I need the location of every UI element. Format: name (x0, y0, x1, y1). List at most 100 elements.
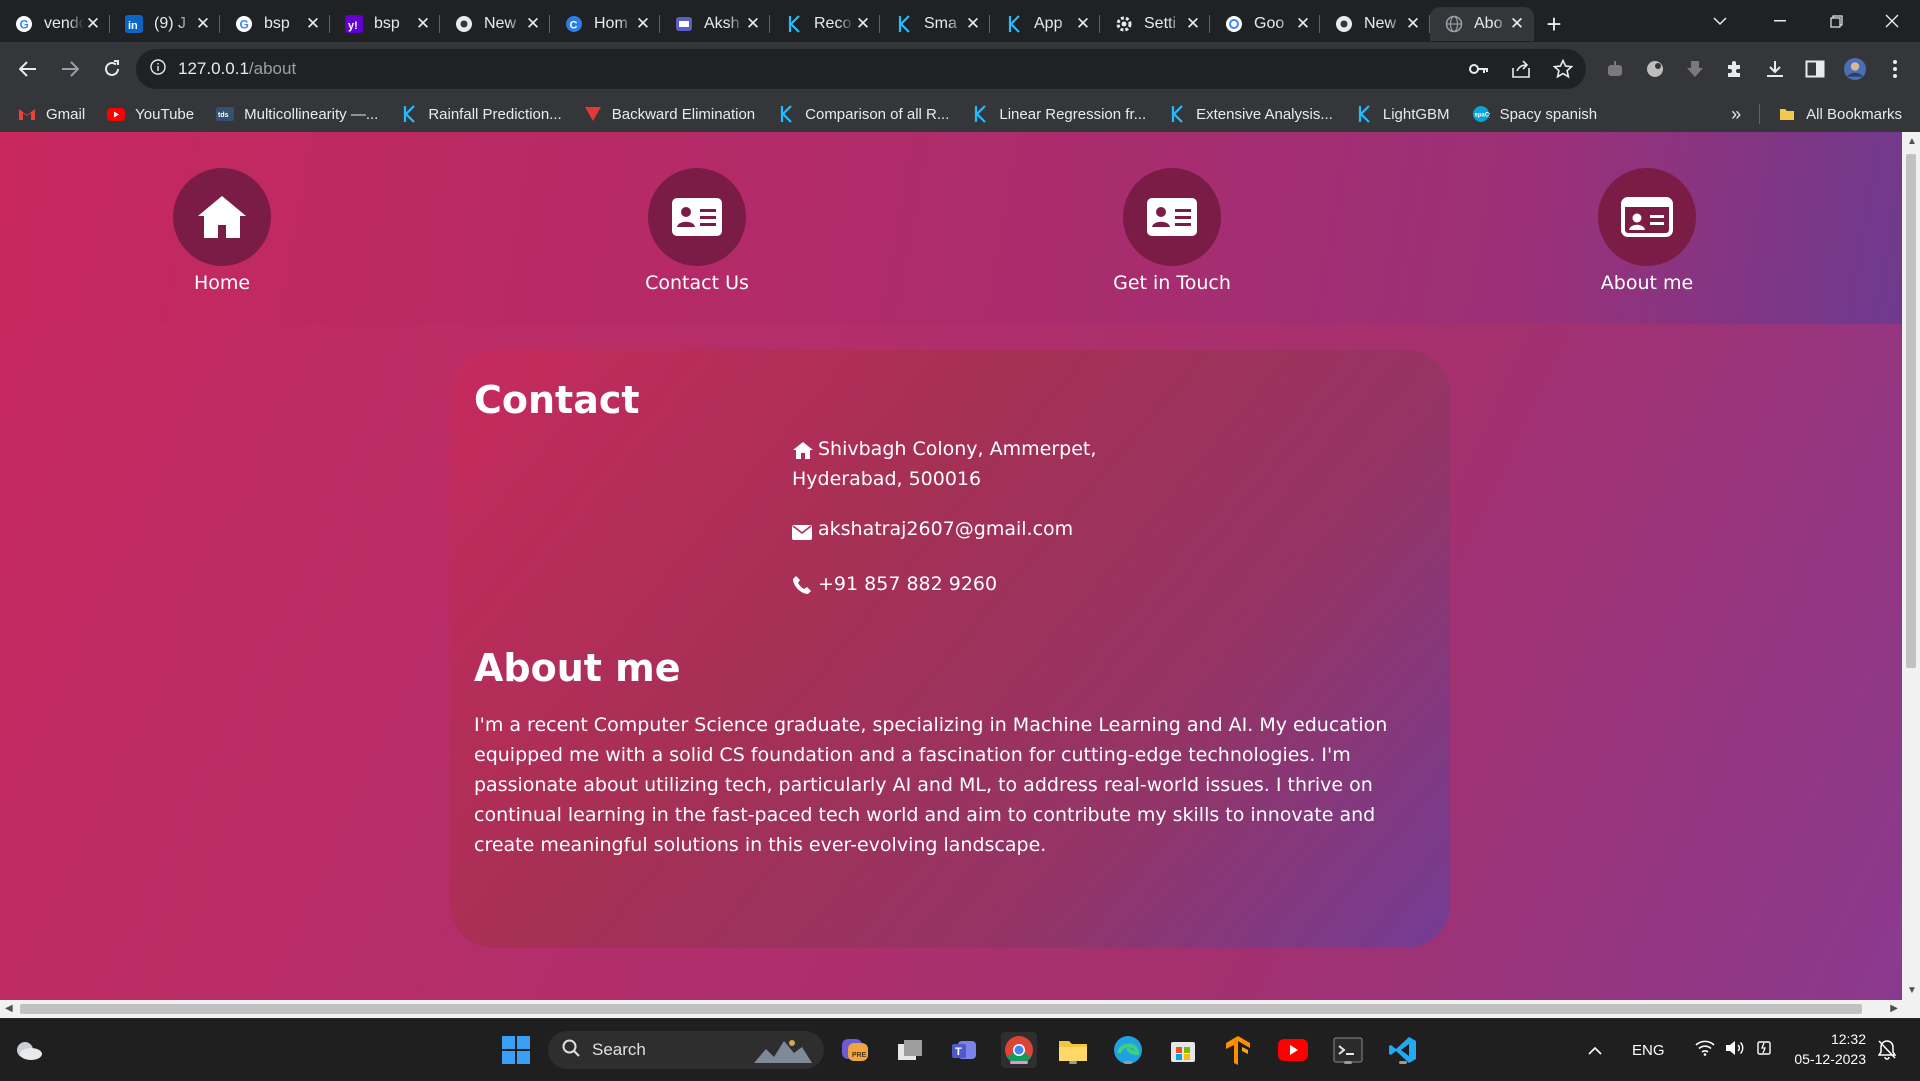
browser-tab[interactable]: C Hom ✕ (550, 7, 660, 41)
downloads-icon[interactable] (1764, 58, 1786, 80)
browser-tab[interactable]: Aksh ✕ (660, 7, 770, 41)
close-icon[interactable]: ✕ (1074, 14, 1092, 33)
phone-text[interactable]: +91 857 882 9260 (818, 569, 997, 599)
browser-tab[interactable]: Reco ✕ (770, 7, 880, 41)
youtube-app-icon[interactable] (1275, 1032, 1311, 1068)
browser-tab[interactable]: App ✕ (990, 7, 1100, 41)
copilot-pre-icon[interactable]: PRE (837, 1032, 873, 1068)
browser-menu-icon[interactable] (1884, 58, 1906, 80)
horizontal-scroll-thumb[interactable] (20, 1004, 1862, 1014)
close-icon[interactable]: ✕ (1294, 14, 1312, 33)
file-explorer-icon[interactable] (1055, 1032, 1091, 1068)
bookmark-item[interactable]: spaCy Spacy spanish (1472, 105, 1597, 123)
close-icon[interactable]: ✕ (1508, 14, 1526, 33)
chrome-taskbar-icon[interactable] (1001, 1032, 1037, 1068)
scroll-up-arrow-icon[interactable]: ▲ (1907, 136, 1917, 147)
side-panel-icon[interactable] (1804, 58, 1826, 80)
close-icon[interactable]: ✕ (194, 14, 212, 33)
close-icon[interactable]: ✕ (634, 14, 652, 33)
language-indicator[interactable]: ENG (1632, 1042, 1665, 1059)
url-text: 127.0.0.1/about (178, 59, 297, 78)
back-button[interactable] (8, 49, 48, 89)
bookmark-item[interactable]: Rainfall Prediction... (400, 105, 562, 123)
vertical-scroll-thumb[interactable] (1906, 154, 1916, 668)
edge-icon[interactable] (1110, 1032, 1146, 1068)
horizontal-scrollbar[interactable]: ◀ ▶ (0, 1000, 1920, 1018)
close-icon[interactable]: ✕ (1184, 14, 1202, 33)
close-icon[interactable]: ✕ (524, 14, 542, 33)
wifi-icon[interactable] (1694, 1040, 1715, 1060)
browser-tab[interactable]: Goo ✕ (1210, 7, 1320, 41)
nav-get-in-touch[interactable]: Get in Touch (1072, 168, 1272, 294)
nav-home[interactable]: Home (122, 168, 322, 294)
close-icon[interactable]: ✕ (854, 14, 872, 33)
close-icon[interactable]: ✕ (414, 14, 432, 33)
restore-button[interactable] (1808, 0, 1864, 42)
microsoft-store-icon[interactable] (1165, 1032, 1201, 1068)
minimize-button[interactable] (1752, 0, 1808, 42)
bookmark-star-icon[interactable] (1552, 58, 1574, 80)
browser-tab[interactable]: Gvendor✕ (0, 7, 110, 41)
close-icon[interactable]: ✕ (84, 14, 102, 33)
bookmark-item[interactable]: tds Multicollinearity —... (216, 105, 378, 123)
close-icon[interactable]: ✕ (744, 14, 762, 33)
extension-download-arrow-icon[interactable] (1684, 58, 1706, 80)
email-text[interactable]: akshatraj2607@gmail.com (818, 514, 1073, 544)
tds-icon: tds (216, 105, 235, 123)
nav-contact-us[interactable]: Contact Us (597, 168, 797, 294)
notification-bell-icon[interactable] (1872, 1032, 1902, 1068)
close-icon[interactable]: ✕ (1404, 14, 1422, 33)
close-icon[interactable]: ✕ (964, 14, 982, 33)
bookmark-item[interactable]: LightGBM (1355, 105, 1450, 123)
close-icon[interactable]: ✕ (304, 14, 322, 33)
show-hidden-icons-chevron-icon[interactable] (1588, 1042, 1602, 1059)
bookmark-item[interactable]: Linear Regression fr... (971, 105, 1146, 123)
browser-tab[interactable]: Setti ✕ (1100, 7, 1210, 41)
site-info-icon[interactable] (150, 58, 166, 80)
browser-tab[interactable]: in (9) J ✕ (110, 7, 220, 41)
bookmark-item[interactable]: Backward Elimination (584, 105, 755, 123)
profile-avatar[interactable] (1844, 58, 1866, 80)
forward-button[interactable] (50, 49, 90, 89)
extension-puzzle-blob-icon[interactable] (1644, 58, 1666, 80)
close-window-button[interactable] (1864, 0, 1920, 42)
extension-robot-icon[interactable] (1604, 58, 1626, 80)
browser-tab[interactable]: Sma ✕ (880, 7, 990, 41)
address-bar[interactable]: 127.0.0.1/about (136, 49, 1586, 89)
scroll-right-arrow-icon[interactable]: ▶ (1890, 1003, 1898, 1014)
bookmark-item[interactable]: Comparison of all R... (777, 105, 949, 123)
key-icon[interactable] (1468, 58, 1490, 80)
bookmarks-overflow-button[interactable]: » (1731, 104, 1741, 125)
browser-tab[interactable]: New ✕ (440, 7, 550, 41)
tab-search-icon[interactable] (1692, 0, 1748, 42)
teams-icon[interactable]: T (946, 1032, 982, 1068)
tab-title: vendor (44, 15, 84, 32)
volume-icon[interactable] (1725, 1040, 1745, 1060)
all-bookmarks-button[interactable]: All Bookmarks (1778, 105, 1902, 123)
start-button[interactable] (498, 1032, 534, 1068)
bookmark-item[interactable]: YouTube (107, 105, 194, 123)
weather-widget-icon[interactable] (10, 1032, 46, 1068)
extensions-puzzle-icon[interactable] (1724, 58, 1746, 80)
nav-about-me[interactable]: About me (1547, 168, 1747, 294)
vscode-icon[interactable] (1385, 1032, 1421, 1068)
reload-button[interactable] (92, 49, 132, 89)
terminal-icon[interactable] (1330, 1032, 1366, 1068)
svg-text:C: C (570, 20, 578, 32)
scroll-down-arrow-icon[interactable]: ▼ (1907, 985, 1917, 996)
new-tab-button[interactable]: + (1534, 7, 1574, 41)
browser-tab[interactable]: New ✕ (1320, 7, 1430, 41)
vertical-scrollbar[interactable]: ▲ ▼ (1902, 132, 1920, 1000)
bookmark-item[interactable]: Gmail (18, 105, 85, 123)
battery-charging-icon[interactable] (1755, 1040, 1775, 1060)
tensorflow-icon[interactable] (1220, 1032, 1256, 1068)
browser-tab[interactable]: y! bsp ✕ (330, 7, 440, 41)
scroll-left-arrow-icon[interactable]: ◀ (5, 1003, 13, 1014)
bookmark-item[interactable]: Extensive Analysis... (1168, 105, 1333, 123)
clock[interactable]: 12:32 05-12-2023 (1794, 1029, 1866, 1069)
share-icon[interactable] (1510, 58, 1532, 80)
task-view-icon[interactable] (892, 1032, 928, 1068)
taskbar-search[interactable]: Search (548, 1031, 824, 1069)
browser-tab[interactable]: Abo ✕ (1430, 7, 1534, 41)
browser-tab[interactable]: Gbsp ✕ (220, 7, 330, 41)
